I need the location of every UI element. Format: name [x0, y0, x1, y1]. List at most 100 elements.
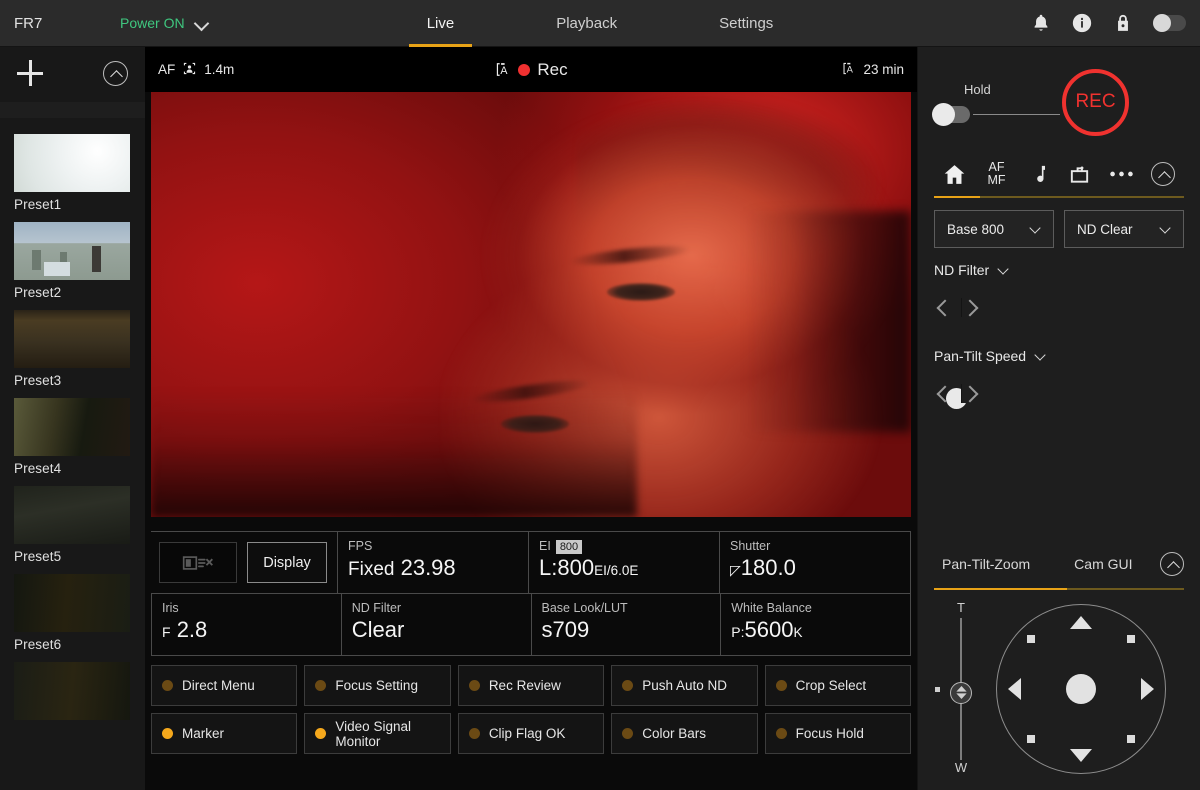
- live-video-feed[interactable]: [151, 92, 911, 517]
- camera-remote-app: FR7 Power ON Live Playback Settings: [0, 0, 1200, 790]
- fn-button-direct-menu[interactable]: Direct Menu: [151, 665, 297, 706]
- svg-text:A: A: [501, 65, 509, 77]
- status-dot-icon: [622, 728, 633, 739]
- nd-increment-icon[interactable]: [961, 298, 1200, 317]
- nd-dropdown[interactable]: ND Clear: [1064, 210, 1184, 248]
- diagonal-up-right-icon[interactable]: [1127, 635, 1135, 643]
- status-dot-icon: [162, 680, 173, 691]
- pan-tilt-pad[interactable]: [996, 604, 1166, 774]
- assignable-row-2: Marker Video Signal Monitor Clip Flag OK…: [151, 713, 911, 754]
- fn-button-label: Marker: [182, 726, 224, 741]
- chevron-right-icon[interactable]: [0, 102, 145, 118]
- pan-tilt-speed-row: [934, 364, 1184, 408]
- preset-item-5[interactable]: Preset5: [0, 486, 145, 564]
- diagonal-up-left-icon[interactable]: [1027, 635, 1035, 643]
- center-home-icon[interactable]: [1066, 674, 1096, 704]
- rec-button[interactable]: REC: [1062, 69, 1129, 136]
- chevron-up-circle-icon[interactable]: [1142, 155, 1184, 193]
- fn-button-label: Color Bars: [642, 726, 706, 741]
- zoom-slider[interactable]: T W: [930, 600, 992, 778]
- fn-button-rec-review[interactable]: Rec Review: [458, 665, 604, 706]
- assignable-buttons-grid: Direct Menu Focus Setting Rec Review Pus…: [145, 656, 917, 764]
- hold-toggle[interactable]: [934, 106, 970, 123]
- preset-label: Preset3: [14, 368, 145, 388]
- lock-icon[interactable]: [1112, 12, 1134, 34]
- zoom-knob[interactable]: [950, 682, 972, 704]
- fn-button-label: Direct Menu: [182, 678, 255, 693]
- preset-thumbnail: [14, 574, 130, 632]
- tab-cam-gui[interactable]: Cam GUI: [1066, 556, 1140, 572]
- fn-button-focus-setting[interactable]: Focus Setting: [304, 665, 450, 706]
- arrow-up-icon[interactable]: [1070, 616, 1092, 629]
- tab-pan-tilt-zoom[interactable]: Pan-Tilt-Zoom: [934, 556, 1038, 572]
- base-look-cell[interactable]: Base Look/LUT s709: [531, 594, 721, 655]
- diagonal-down-right-icon[interactable]: [1127, 735, 1135, 743]
- af-mf-icon[interactable]: AF MF: [976, 155, 1018, 193]
- fn-button-color-bars[interactable]: Color Bars: [611, 713, 757, 754]
- chevron-down-icon[interactable]: [998, 264, 1011, 277]
- tab-live[interactable]: Live: [409, 0, 473, 47]
- more-dots-icon[interactable]: [1101, 155, 1143, 193]
- nd-filter-label: ND Filter: [352, 601, 521, 616]
- info-icon[interactable]: [1071, 12, 1093, 34]
- fn-button-marker[interactable]: Marker: [151, 713, 297, 754]
- base-iso-dropdown[interactable]: Base 800: [934, 210, 1054, 248]
- diagonal-down-left-icon[interactable]: [1027, 735, 1035, 743]
- media-slot-a-icon: A: [494, 61, 511, 78]
- speed-increment-icon[interactable]: [961, 384, 1200, 403]
- fn-button-focus-hold[interactable]: Focus Hold: [765, 713, 911, 754]
- nd-filter-cell[interactable]: ND Filter Clear: [341, 594, 531, 655]
- arrow-right-icon[interactable]: [1141, 678, 1154, 700]
- app-body: 1 /2 Preset1 Preset2: [0, 47, 1200, 790]
- nd-filter-value: Clear: [352, 616, 521, 643]
- ei-cell[interactable]: EI 800 L:800EI/6.0E: [528, 532, 719, 593]
- bell-icon[interactable]: [1030, 12, 1052, 34]
- video-detail: [744, 211, 911, 432]
- preset-item-7[interactable]: [0, 662, 145, 720]
- preset-label: Preset6: [14, 632, 145, 652]
- chevron-up-circle-icon[interactable]: [103, 61, 128, 86]
- lock-toggle[interactable]: [1153, 15, 1186, 31]
- arrow-left-icon[interactable]: [1008, 678, 1021, 700]
- iris-cell[interactable]: Iris F 2.8: [151, 594, 341, 655]
- tab-playback[interactable]: Playback: [538, 0, 635, 47]
- preset-item-2[interactable]: Preset2: [0, 222, 145, 300]
- nd-filter-slider-header[interactable]: ND Filter: [934, 262, 1184, 278]
- white-balance-cell[interactable]: White Balance P:5600K: [720, 594, 911, 655]
- display-button[interactable]: Display: [247, 542, 327, 583]
- nd-filter-slider-label: ND Filter: [934, 262, 989, 278]
- camera-status-panel: Display FPS Fixed 23.98 EI 800 L:800EI/6…: [145, 517, 917, 656]
- rec-control-area: Hold REC: [918, 47, 1200, 151]
- fn-button-push-auto-nd[interactable]: Push Auto ND: [611, 665, 757, 706]
- nd-decrement-icon[interactable]: [934, 298, 951, 317]
- chevron-down-icon[interactable]: [1035, 350, 1048, 363]
- status-dot-icon: [469, 680, 480, 691]
- preset-item-4[interactable]: Preset4: [0, 398, 145, 476]
- fn-button-crop-select[interactable]: Crop Select: [765, 665, 911, 706]
- preset-item-1[interactable]: Preset1: [0, 134, 145, 212]
- nd-value: ND Clear: [1077, 222, 1133, 237]
- shutter-value: ◸180.0: [730, 554, 900, 584]
- chevron-up-circle-icon[interactable]: [1160, 552, 1184, 576]
- home-icon[interactable]: [934, 155, 976, 193]
- display-off-icon[interactable]: [159, 542, 237, 583]
- plus-icon[interactable]: [17, 60, 43, 86]
- pan-tilt-speed-header[interactable]: Pan-Tilt Speed: [934, 348, 1184, 364]
- fn-button-label: Focus Setting: [335, 678, 418, 693]
- arrow-down-icon[interactable]: [1070, 749, 1092, 762]
- ptz-section: Pan-Tilt-Zoom Cam GUI T: [918, 545, 1200, 790]
- shutter-cell[interactable]: Shutter ◸180.0: [719, 532, 911, 593]
- video-detail: [151, 390, 637, 518]
- fps-cell[interactable]: FPS Fixed 23.98: [337, 532, 528, 593]
- fn-button-video-signal-monitor[interactable]: Video Signal Monitor: [304, 713, 450, 754]
- preset-item-3[interactable]: Preset3: [0, 310, 145, 388]
- chevron-down-icon: [1160, 223, 1173, 236]
- sidebar-header: [0, 47, 145, 92]
- fn-button-clip-flag-ok[interactable]: Clip Flag OK: [458, 713, 604, 754]
- audio-note-icon[interactable]: [1017, 155, 1059, 193]
- preset-label: Preset4: [14, 456, 145, 476]
- preset-item-6[interactable]: Preset6: [0, 574, 145, 652]
- assignable-row-1: Direct Menu Focus Setting Rec Review Pus…: [151, 665, 911, 706]
- media-case-icon[interactable]: [1059, 155, 1101, 193]
- tab-settings[interactable]: Settings: [701, 0, 791, 47]
